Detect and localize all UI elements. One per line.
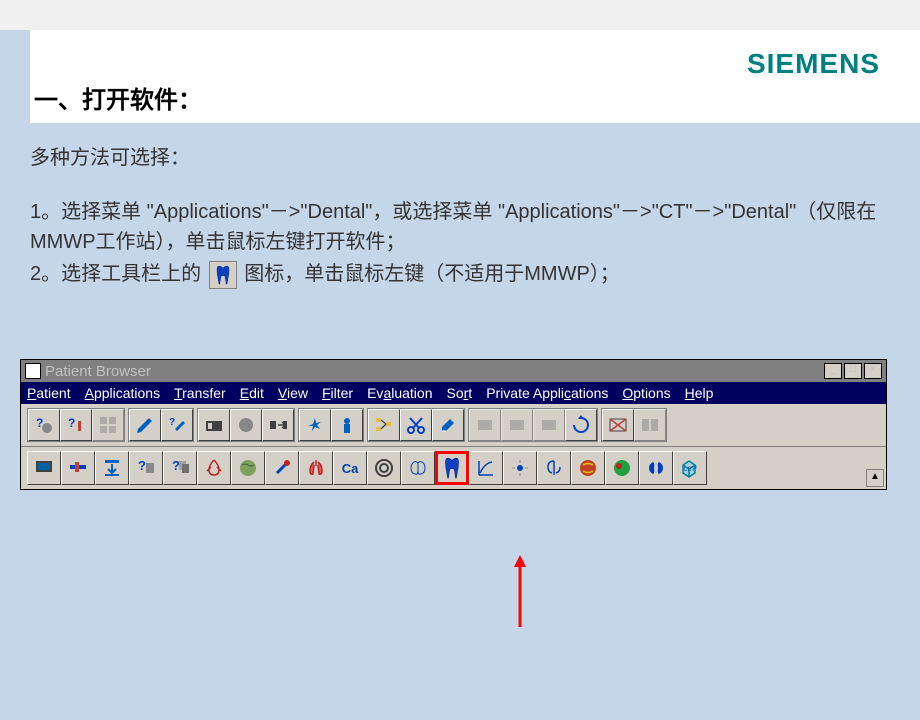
tool-help-copy-icon[interactable]: ? bbox=[163, 451, 197, 485]
menu-patient[interactable]: Patient bbox=[27, 385, 71, 401]
menu-help[interactable]: Help bbox=[685, 385, 714, 401]
tool-help-disc-icon[interactable]: ? bbox=[28, 409, 60, 441]
maximize-button[interactable]: □ bbox=[844, 363, 862, 379]
tool-help-stack-icon[interactable]: ? bbox=[129, 451, 163, 485]
menu-transfer[interactable]: Transfer bbox=[174, 385, 226, 401]
patient-browser-window: Patient Browser _ □ × Patient Applicatio… bbox=[20, 359, 887, 490]
tooth-icon-inline bbox=[209, 261, 237, 289]
tool-slider-icon[interactable] bbox=[61, 451, 95, 485]
tool-help-person-icon[interactable]: ? bbox=[60, 409, 92, 441]
scroll-up-button[interactable]: ▲ bbox=[866, 469, 884, 487]
step-2: 2。选择工具栏上的 图标，单击鼠标左键（不适用于MMWP）； bbox=[30, 259, 890, 289]
intro-text: 多种方法可选择： bbox=[30, 143, 890, 173]
tool-scissors-icon[interactable] bbox=[400, 409, 432, 441]
tool-dental-tooth-icon[interactable] bbox=[435, 451, 469, 485]
tool-volume-icon[interactable]: cm³ bbox=[673, 451, 707, 485]
section-title: 一、打开软件： bbox=[34, 80, 202, 115]
tool-monitor-icon[interactable] bbox=[27, 451, 61, 485]
tool-ca-icon[interactable]: Ca bbox=[333, 451, 367, 485]
tool-graph-icon[interactable] bbox=[469, 451, 503, 485]
tool-cross-icon[interactable] bbox=[602, 409, 634, 441]
tool-burst-icon[interactable] bbox=[299, 409, 331, 441]
tool-color-brain-icon[interactable] bbox=[571, 451, 605, 485]
tool-grid-icon[interactable] bbox=[92, 409, 124, 441]
close-button[interactable]: × bbox=[864, 363, 882, 379]
tool-folder-icon[interactable] bbox=[198, 409, 230, 441]
tool-loop-icon[interactable] bbox=[537, 451, 571, 485]
tool-color-globe-icon[interactable] bbox=[605, 451, 639, 485]
tool-edit-icon[interactable] bbox=[129, 409, 161, 441]
tool-split-icon[interactable] bbox=[634, 409, 666, 441]
minimize-button[interactable]: _ bbox=[824, 363, 842, 379]
menu-applications[interactable]: Applications bbox=[85, 385, 161, 401]
svg-text:?: ? bbox=[169, 417, 175, 428]
window-titlebar: Patient Browser _ □ × bbox=[21, 360, 886, 382]
siemens-logo: SIEMENS bbox=[747, 48, 880, 80]
tool-head-icon[interactable] bbox=[230, 409, 262, 441]
tool-film3-icon[interactable] bbox=[533, 409, 565, 441]
menu-sort[interactable]: Sort bbox=[447, 385, 473, 401]
step-1: 1。选择菜单 "Applications"－>"Dental"，或选择菜单 "A… bbox=[30, 197, 890, 257]
menu-private-applications[interactable]: Private Applications bbox=[486, 385, 608, 401]
slide-header: 一、打开软件： SIEMENS bbox=[30, 30, 920, 123]
tool-kidney-icon[interactable] bbox=[639, 451, 673, 485]
window-icon bbox=[25, 363, 41, 379]
tool-rotate-icon[interactable] bbox=[565, 409, 597, 441]
step2-suffix: 图标，单击鼠标左键（不适用于MMWP）； bbox=[244, 263, 620, 285]
menu-view[interactable]: View bbox=[278, 385, 308, 401]
tool-film1-icon[interactable] bbox=[469, 409, 501, 441]
tool-pin-icon[interactable] bbox=[265, 451, 299, 485]
callout-arrow bbox=[510, 555, 530, 630]
menu-evaluation[interactable]: Evaluation bbox=[367, 385, 432, 401]
tool-transfer-icon[interactable] bbox=[262, 409, 294, 441]
svg-text:?: ? bbox=[68, 416, 75, 430]
tool-vessel-red-icon[interactable] bbox=[197, 451, 231, 485]
menu-edit[interactable]: Edit bbox=[240, 385, 264, 401]
tool-tree-icon[interactable] bbox=[368, 409, 400, 441]
tool-download-icon[interactable] bbox=[95, 451, 129, 485]
tool-eraser-icon[interactable] bbox=[432, 409, 464, 441]
toolbar-row-2: ? ? Ca cm³ ▲ bbox=[21, 446, 886, 489]
tool-globe-icon[interactable] bbox=[231, 451, 265, 485]
step2-prefix: 2。选择工具栏上的 bbox=[30, 263, 201, 285]
window-buttons: _ □ × bbox=[822, 363, 882, 379]
menubar: Patient Applications Transfer Edit View … bbox=[21, 382, 886, 404]
tool-edit-help-icon[interactable]: ? bbox=[161, 409, 193, 441]
tool-brain-icon[interactable] bbox=[401, 451, 435, 485]
toolbar-row-1: ? ? ? bbox=[21, 404, 886, 446]
tool-lungs-icon[interactable] bbox=[299, 451, 333, 485]
tool-target-icon[interactable] bbox=[367, 451, 401, 485]
tool-film2-icon[interactable] bbox=[501, 409, 533, 441]
tool-person-icon[interactable] bbox=[331, 409, 363, 441]
menu-options[interactable]: Options bbox=[622, 385, 670, 401]
svg-text:?: ? bbox=[138, 458, 146, 473]
tool-dot-icon[interactable] bbox=[503, 451, 537, 485]
content-area: 多种方法可选择： 1。选择菜单 "Applications"－>"Dental"… bbox=[0, 123, 920, 289]
menu-filter[interactable]: Filter bbox=[322, 385, 353, 401]
window-title: Patient Browser bbox=[45, 363, 822, 380]
svg-text:?: ? bbox=[172, 458, 180, 473]
